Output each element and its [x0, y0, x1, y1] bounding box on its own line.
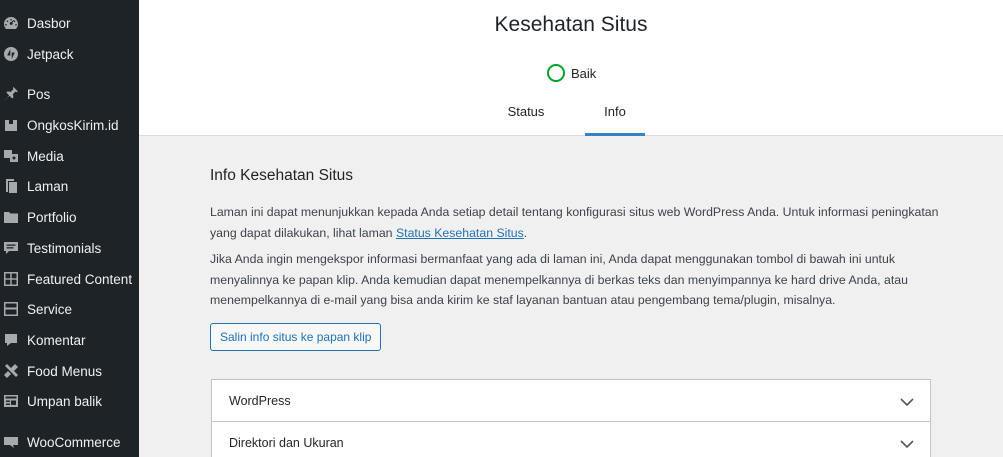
sidebar-item-label: Testimonials: [27, 240, 102, 256]
sidebar-item-label: Food Menus: [27, 363, 103, 379]
intro-paragraph: Laman ini dapat menunjukkan kepada Anda …: [210, 202, 950, 243]
box-icon: [3, 117, 19, 133]
sidebar-item-label: Dasbor: [27, 15, 71, 31]
sidebar-item-media[interactable]: Media: [0, 141, 139, 171]
layout-icon: [3, 301, 19, 317]
sidebar-item-komentar[interactable]: Komentar: [0, 325, 139, 355]
copy-to-clipboard-button[interactable]: Salin info situs ke papan klip: [210, 323, 382, 351]
sidebar-item-label: Komentar: [27, 332, 86, 348]
sidebar-item-label: Featured Content: [27, 271, 133, 287]
sidebar-item-service[interactable]: Service: [0, 294, 139, 324]
sidebar-item-ongkoskirim[interactable]: OngkosKirim.id: [0, 110, 139, 140]
sidebar-item-jetpack[interactable]: Jetpack: [0, 39, 139, 69]
sidebar-item-umpan-balik[interactable]: Umpan balik: [0, 386, 139, 416]
dashboard-icon: [3, 15, 19, 31]
accordion-title: Direktori dan Ukuran: [229, 436, 344, 450]
media-icon: [3, 148, 19, 164]
chevron-down-icon: [899, 394, 915, 410]
comment-icon: [3, 332, 19, 348]
site-health-header: Kesehatan Situs Baik Status Info: [139, 0, 1003, 136]
sidebar-item-pos[interactable]: Pos: [0, 79, 139, 109]
site-health-status-link[interactable]: Status Kesehatan Situs: [396, 226, 524, 240]
sidebar-item-woocommerce[interactable]: WooCommerce: [0, 427, 139, 457]
sidebar-item-label: Umpan balik: [27, 393, 103, 409]
food-icon: [3, 363, 19, 379]
intro-end: .: [523, 225, 528, 240]
accordion-title: WordPress: [229, 394, 291, 408]
folder-icon: [3, 209, 19, 225]
sidebar-item-label: Media: [27, 148, 64, 164]
accordion-direktori[interactable]: Direktori dan Ukuran: [211, 421, 931, 457]
tab-info[interactable]: Info: [585, 97, 645, 136]
feedback-icon: [3, 393, 19, 409]
page-title: Kesehatan Situs: [494, 13, 648, 36]
accordion-wordpress[interactable]: WordPress: [211, 379, 931, 422]
rating-circle-icon: [547, 64, 565, 82]
section-title: Info Kesehatan Situs: [210, 167, 354, 184]
testimonial-icon: [3, 240, 19, 256]
export-paragraph: Jika Anda ingin mengekspor informasi ber…: [210, 252, 908, 307]
sidebar-item-label: Portfolio: [27, 209, 77, 225]
sidebar-item-label: Pos: [27, 86, 51, 102]
woocommerce-icon: [3, 434, 19, 450]
sidebar-item-portfolio[interactable]: Portfolio: [0, 202, 139, 232]
sidebar-item-label: Laman: [27, 178, 69, 194]
jetpack-icon: [3, 46, 19, 62]
pages-icon: [3, 178, 19, 194]
sidebar-item-label: OngkosKirim.id: [27, 117, 119, 133]
sidebar-item-food-menus[interactable]: Food Menus: [0, 356, 139, 386]
sidebar-item-label: Jetpack: [27, 46, 74, 62]
sidebar-item-laman[interactable]: Laman: [0, 171, 139, 201]
sidebar-item-dasbor[interactable]: Dasbor: [0, 8, 139, 38]
health-rating: Baik: [547, 64, 596, 82]
tab-status[interactable]: Status: [496, 97, 556, 136]
sidebar-item-label: WooCommerce: [27, 434, 121, 450]
pin-icon: [3, 86, 19, 102]
chevron-down-icon: [899, 436, 915, 452]
sidebar-item-label: Service: [27, 301, 73, 317]
sidebar-item-featured-content[interactable]: Featured Content: [0, 264, 139, 294]
grid-icon: [3, 271, 19, 287]
admin-sidebar: Dasbor Jetpack Pos OngkosKirim.id Media …: [0, 0, 139, 457]
sidebar-item-testimonials[interactable]: Testimonials: [0, 233, 139, 263]
intro-text: Laman ini dapat menunjukkan kepada Anda …: [210, 205, 939, 240]
rating-label: Baik: [571, 65, 597, 81]
